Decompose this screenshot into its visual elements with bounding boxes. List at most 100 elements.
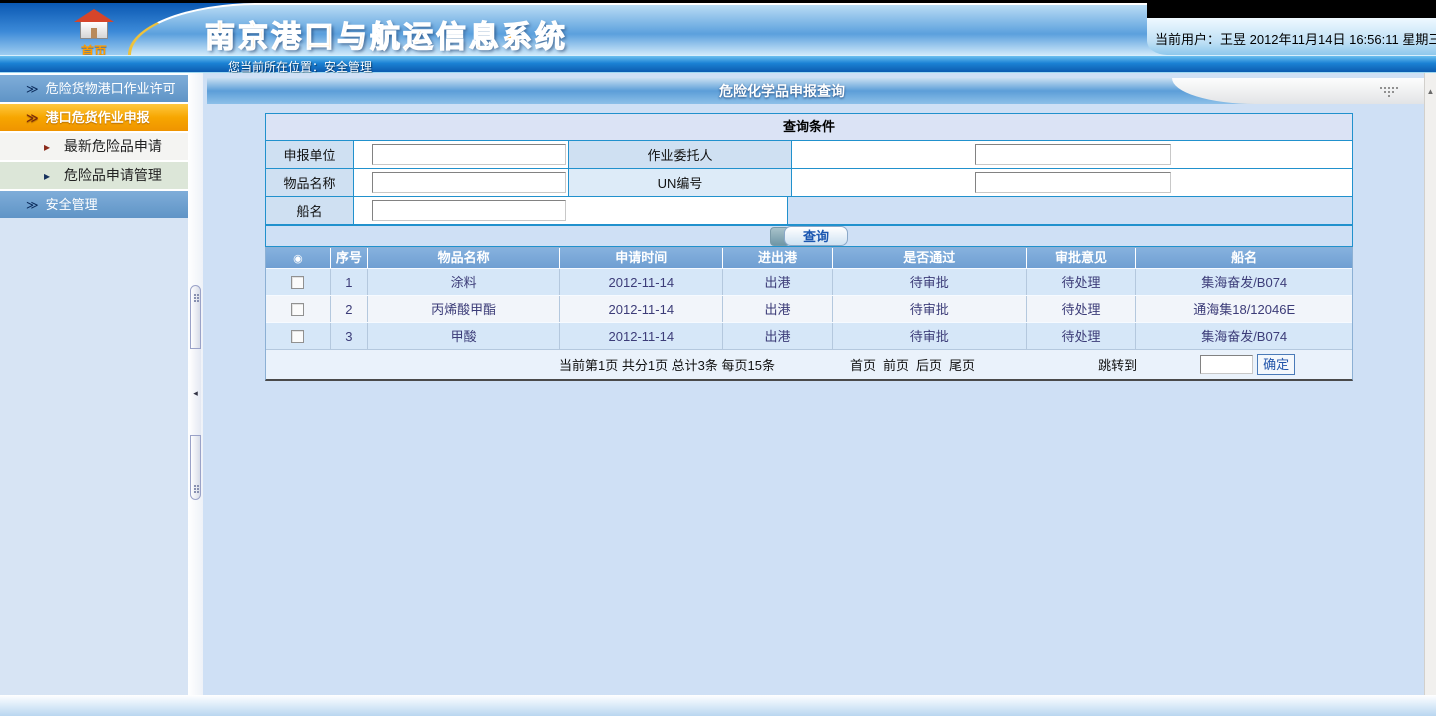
menu-arrow-icon: ≫	[26, 192, 42, 219]
sidebar-item-dangerous-goods-port-permit[interactable]: ≫ 危险货物港口作业许可	[0, 75, 188, 102]
submenu-arrow-icon: ▸	[44, 163, 60, 190]
sidebar-item-newest-dangerous-apply[interactable]: ▸ 最新危险品申请	[0, 133, 188, 160]
sidebar-item-port-danger-work-declare[interactable]: ≫ 港口危货作业申报	[0, 104, 188, 131]
results-table: ◉ 序号 物品名称 申请时间 进出港 是否通过 审批意见 船名 1 涂料 201…	[265, 247, 1353, 381]
titlebar-grip-icon[interactable]	[1388, 87, 1390, 89]
search-button[interactable]: 查询	[770, 226, 848, 246]
form-row: 物品名称 UN编号	[266, 168, 1352, 196]
declare-unit-cell	[353, 141, 568, 168]
col-header-inout-port: 进出港	[723, 248, 833, 268]
apply-time-cell: 2012-11-14	[560, 296, 723, 322]
sidebar: ≫ 危险货物港口作业许可 ≫ 港口危货作业申报 ▸ 最新危险品申请 ▸ 危险品申…	[0, 73, 188, 695]
sidebar-item-label: 港口危货作业申报	[46, 110, 150, 125]
table-header-row: ◉ 序号 物品名称 申请时间 进出港 是否通过 审批意见 船名	[266, 248, 1352, 268]
pagination-first-link[interactable]: 首页	[850, 355, 876, 374]
work-client-cell	[791, 141, 1352, 168]
app-header: 首页 南京港口与航运信息系统 当前用户：王昱 2012年11月14日 16:56…	[0, 3, 1436, 55]
sidebar-item-label: 危险品申请管理	[64, 167, 162, 183]
ship-link[interactable]: 集海奋发/B074	[1136, 269, 1352, 295]
select-all-header[interactable]: ◉	[266, 248, 331, 268]
breadcrumb-bar: 您当前所在位置：安全管理	[0, 55, 1436, 73]
submenu-arrow-icon: ▸	[44, 134, 60, 161]
main-content: 危险化学品申报查询 查询条件 申报单位 作业委托人 物品名称 UN编号 船	[203, 73, 1424, 695]
row-checkbox[interactable]	[291, 303, 304, 316]
item-name-cell: 甲酸	[368, 323, 561, 349]
table-row: 3 甲酸 2012-11-14 出港 待审批 待处理 集海奋发/B074	[266, 322, 1352, 349]
col-header-seq: 序号	[331, 248, 368, 268]
form-filler-cell	[787, 197, 1352, 224]
current-user-info: 当前用户：王昱 2012年11月14日 16:56:11 星期三	[1155, 29, 1433, 48]
apply-time-cell: 2012-11-14	[560, 269, 723, 295]
query-conditions-title: 查询条件	[266, 114, 1352, 140]
form-row: 船名	[266, 196, 1352, 224]
row-checkbox[interactable]	[291, 330, 304, 343]
ship-link[interactable]: 集海奋发/B074	[1136, 323, 1352, 349]
splitter-grip-icon	[194, 485, 196, 487]
pagination-prev-link[interactable]: 前页	[883, 355, 909, 374]
sidebar-item-dangerous-apply-manage[interactable]: ▸ 危险品申请管理	[0, 162, 188, 189]
panel-titlebar: 危险化学品申报查询	[207, 78, 1424, 104]
home-button[interactable]: 首页	[58, 7, 130, 55]
row-checkbox[interactable]	[291, 276, 304, 289]
splitter-collapse-button[interactable]: ◂	[190, 348, 201, 436]
home-label: 首页	[58, 41, 130, 55]
checkbox-cell	[266, 269, 331, 295]
col-header-passed: 是否通过	[833, 248, 1027, 268]
declare-unit-input[interactable]	[372, 144, 566, 165]
item-name-cell: 丙烯酸甲酯	[368, 296, 561, 322]
col-header-item-name: 物品名称	[368, 248, 561, 268]
checkbox-cell	[266, 323, 331, 349]
un-code-cell	[791, 169, 1352, 196]
ship-name-label: 船名	[266, 197, 353, 224]
splitter-handle[interactable]: ◂	[190, 285, 201, 500]
splitter-grip-icon	[194, 294, 196, 296]
scroll-up-icon[interactable]: ▲	[1425, 87, 1436, 96]
jump-to-label: 跳转到	[1098, 355, 1137, 374]
work-client-input[interactable]	[975, 144, 1171, 165]
select-all-icon: ◉	[293, 253, 303, 265]
pagination-summary: 当前第1页 共分1页 总计3条 每页15条	[559, 355, 775, 374]
vertical-scrollbar[interactable]: ▲	[1424, 73, 1436, 695]
opinion-cell: 待处理	[1027, 269, 1137, 295]
declare-unit-label: 申报单位	[266, 141, 353, 168]
opinion-cell: 待处理	[1027, 296, 1137, 322]
seq-cell: 3	[331, 323, 368, 349]
query-form: 查询条件 申报单位 作业委托人 物品名称 UN编号 船名	[265, 113, 1353, 225]
sidebar-item-safety-manage[interactable]: ≫ 安全管理	[0, 191, 188, 218]
home-icon	[80, 21, 108, 39]
sidebar-item-label: 安全管理	[46, 197, 98, 212]
sidebar-item-label: 最新危险品申请	[64, 138, 162, 154]
passed-cell: 待审批	[833, 323, 1027, 349]
form-row: 申报单位 作业委托人	[266, 140, 1352, 168]
sidebar-menu: ≫ 危险货物港口作业许可 ≫ 港口危货作业申报 ▸ 最新危险品申请 ▸ 危险品申…	[0, 73, 188, 218]
seq-cell: 2	[331, 296, 368, 322]
work-client-label: 作业委托人	[568, 141, 791, 168]
opinion-cell: 待处理	[1027, 323, 1137, 349]
item-name-input[interactable]	[372, 172, 566, 193]
apply-time-cell: 2012-11-14	[560, 323, 723, 349]
passed-cell: 待审批	[833, 296, 1027, 322]
jump-confirm-button[interactable]: 确定	[1257, 354, 1295, 375]
jump-page-input[interactable]	[1200, 355, 1253, 374]
pagination-nav: 首页 前页 后页 尾页	[850, 355, 975, 374]
pagination-last-link[interactable]: 尾页	[949, 355, 975, 374]
inout-port-cell: 出港	[723, 269, 833, 295]
item-name-label: 物品名称	[266, 169, 353, 196]
page-title: 危险化学品申报查询	[207, 78, 1357, 104]
inout-port-cell: 出港	[723, 323, 833, 349]
frame-splitter[interactable]: ◂	[188, 73, 203, 695]
col-header-ship-name: 船名	[1136, 248, 1352, 268]
search-button-label: 查询	[784, 226, 848, 246]
collapse-left-icon: ◂	[193, 388, 198, 398]
col-header-approval-opinion: 审批意见	[1027, 248, 1137, 268]
item-name-cell: 涂料	[368, 269, 561, 295]
ship-name-input[interactable]	[372, 200, 566, 221]
un-code-input[interactable]	[975, 172, 1171, 193]
system-title: 南京港口与航运信息系统	[205, 12, 568, 55]
search-button-bar: 查询	[265, 225, 1353, 247]
table-row: 1 涂料 2012-11-14 出港 待审批 待处理 集海奋发/B074	[266, 268, 1352, 295]
menu-arrow-icon: ≫	[26, 76, 42, 103]
item-name-cell	[353, 169, 568, 196]
pagination-next-link[interactable]: 后页	[916, 355, 942, 374]
ship-link[interactable]: 通海集18/12046E	[1136, 296, 1352, 322]
